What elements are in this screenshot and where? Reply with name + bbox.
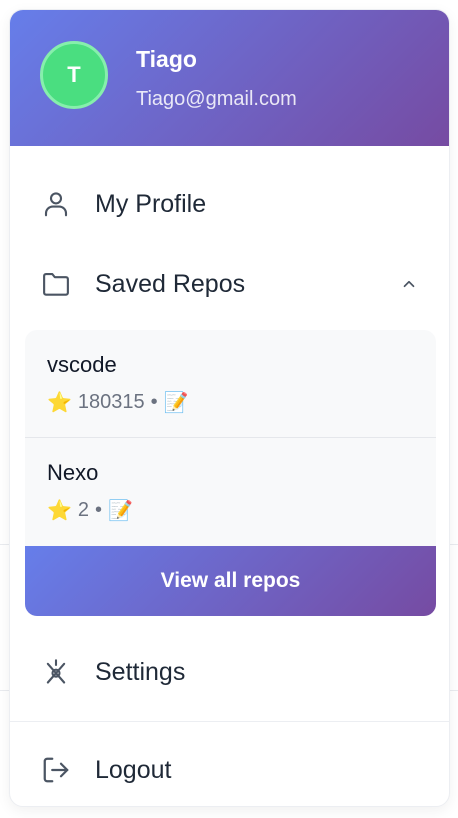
folder-icon [40,268,72,300]
menu-item-settings[interactable]: Settings [10,642,449,702]
repo-star-count: 180315 [77,391,145,413]
star-icon: ⭐ [47,392,72,414]
menu-item-logout[interactable]: Logout [10,740,449,800]
user-icon [40,188,72,220]
memo-icon: 📝 [163,392,189,414]
avatar: T [40,41,108,109]
settings-label: Settings [95,657,186,686]
user-email: Tiago@gmail.com [136,88,297,110]
settings-icon [40,656,72,688]
chevron-up-icon[interactable] [399,274,419,294]
star-icon: ⭐ [47,500,72,522]
saved-repos-label: Saved Repos [95,269,246,298]
my-profile-label: My Profile [95,189,207,218]
logout-label: Logout [95,755,172,784]
memo-icon: 📝 [108,500,133,522]
logout-icon [40,754,72,786]
menu-item-saved-repos[interactable]: Saved Repos [10,254,449,314]
repo-name: vscode [47,352,117,377]
view-all-repos-button[interactable]: View all repos [25,546,436,616]
repo-name: Nexo [47,460,99,485]
menu-item-my-profile[interactable]: My Profile [10,174,449,234]
repo-meta: ⭐ 180315 • 📝 [47,390,189,415]
meta-separator: • [150,391,158,413]
repo-star-count: 2 [77,499,90,521]
user-dropdown-menu: T Tiago Tiago@gmail.com My Profile Saved… [9,9,450,807]
repo-meta: ⭐ 2 • 📝 [47,498,133,523]
user-name: Tiago [136,46,197,72]
divider [10,721,449,722]
user-header: T Tiago Tiago@gmail.com [10,10,449,146]
meta-separator: • [95,499,103,521]
repo-item[interactable]: vscode ⭐ 180315 • 📝 [25,330,436,438]
saved-repos-list: vscode ⭐ 180315 • 📝 Nexo ⭐ 2 • 📝 View al… [25,330,436,616]
repo-item[interactable]: Nexo ⭐ 2 • 📝 [25,438,436,546]
